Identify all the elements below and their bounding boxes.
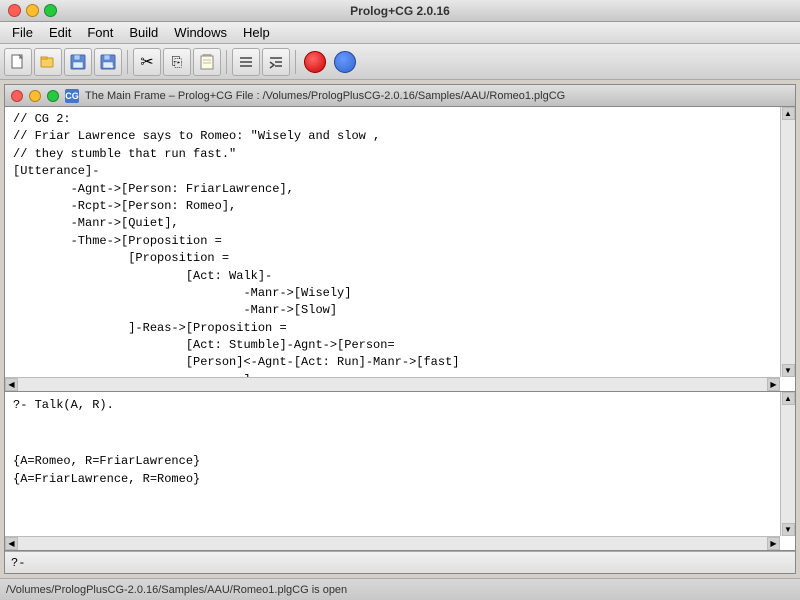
separator-1 [127,50,128,74]
inner-min-btn[interactable] [29,90,41,102]
output-scroll-up[interactable]: ▲ [782,392,795,405]
output-scrollbar[interactable]: ▲ ▼ [780,392,795,536]
hscroll-right-arrow[interactable]: ▶ [767,378,780,391]
output-scroll-down[interactable]: ▼ [782,523,795,536]
scroll-up-arrow[interactable]: ▲ [782,107,795,120]
separator-3 [295,50,296,74]
editor-content[interactable]: // CG 2: // Friar Lawrence says to Romeo… [5,107,795,391]
copy-button[interactable]: ⎘ [163,48,191,76]
close-button[interactable] [8,4,21,17]
hscroll-left-arrow[interactable]: ◀ [5,378,18,391]
panes-container: // CG 2: // Friar Lawrence says to Romeo… [5,107,795,573]
indent-button[interactable] [262,48,290,76]
svg-text:+: + [110,64,114,70]
toolbar: + ✂ ⎘ [0,44,800,80]
menu-help[interactable]: Help [235,23,278,42]
input-field[interactable] [27,556,789,570]
menu-build[interactable]: Build [121,23,166,42]
scroll-down-arrow[interactable]: ▼ [782,364,795,377]
minimize-button[interactable] [26,4,39,17]
menu-font[interactable]: Font [79,23,121,42]
output-hscroll-right[interactable]: ▶ [767,537,780,550]
inner-title-bar: CG The Main Frame – Prolog+CG File : /Vo… [5,85,795,107]
menu-bar: File Edit Font Build Windows Help [0,22,800,44]
bottom-input-wrapper: ?- [5,550,795,573]
stop-button[interactable] [301,48,329,76]
align-button[interactable] [232,48,260,76]
save-button[interactable] [64,48,92,76]
output-content[interactable]: ?- Talk(A, R). {A=Romeo, R=FriarLawrence… [5,392,795,503]
run-button[interactable] [331,48,359,76]
output-hscroll[interactable]: ◀ ▶ [5,536,780,550]
file-icon: CG [65,89,79,103]
menu-windows[interactable]: Windows [166,23,235,42]
inner-window-title: The Main Frame – Prolog+CG File : /Volum… [85,90,565,102]
separator-2 [226,50,227,74]
maximize-button[interactable] [44,4,57,17]
save-as-button[interactable]: + [94,48,122,76]
status-text: /Volumes/PrologPlusCG-2.0.16/Samples/AAU… [6,584,347,596]
output-hscroll-track[interactable] [18,537,767,550]
scroll-track[interactable] [782,120,795,364]
input-bar[interactable]: ?- [5,551,795,573]
menu-edit[interactable]: Edit [41,23,79,42]
inner-close-btn[interactable] [11,90,23,102]
input-prompt: ?- [11,556,25,570]
hscroll-track[interactable] [18,378,767,391]
window-controls[interactable] [8,4,57,17]
new-button[interactable] [4,48,32,76]
output-hscroll-left[interactable]: ◀ [5,537,18,550]
menu-file[interactable]: File [4,23,41,42]
title-bar: Prolog+CG 2.0.16 [0,0,800,22]
inner-max-btn[interactable] [47,90,59,102]
open-button[interactable] [34,48,62,76]
output-scroll-track[interactable] [782,405,795,523]
main-frame-window: CG The Main Frame – Prolog+CG File : /Vo… [4,84,796,574]
status-bar: /Volumes/PrologPlusCG-2.0.16/Samples/AAU… [0,578,800,600]
editor-scrollbar[interactable]: ▲ ▼ [780,107,795,377]
output-pane: ?- Talk(A, R). {A=Romeo, R=FriarLawrence… [5,392,795,550]
app-title: Prolog+CG 2.0.16 [350,4,450,18]
editor-hscroll[interactable]: ◀ ▶ [5,377,780,391]
paste-button[interactable] [193,48,221,76]
editor-pane: // CG 2: // Friar Lawrence says to Romeo… [5,107,795,392]
cut-button[interactable]: ✂ [133,48,161,76]
